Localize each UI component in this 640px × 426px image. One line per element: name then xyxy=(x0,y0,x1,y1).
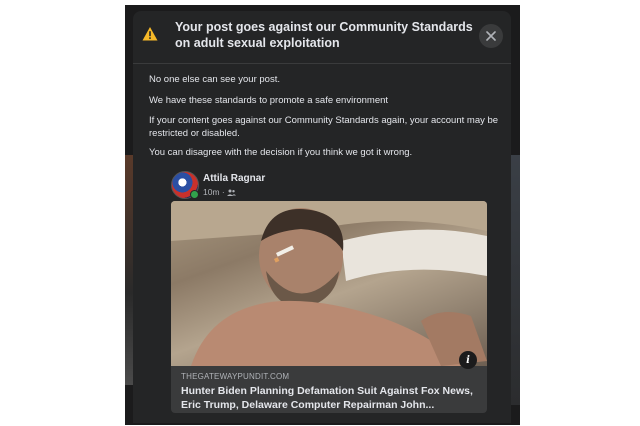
link-title[interactable]: Hunter Biden Planning Defamation Suit Ag… xyxy=(181,385,481,412)
dialog-message: If your content goes against our Communi… xyxy=(149,115,499,139)
post-header: Attila Ragnar 10m · xyxy=(171,171,471,201)
online-status-indicator xyxy=(190,190,199,199)
background-content xyxy=(511,155,520,405)
link-preview-card[interactable]: i THEGATEWAYPUNDIT.COM Hunter Biden Plan… xyxy=(171,201,487,413)
app-screen: Your post goes against our Community Sta… xyxy=(125,5,520,425)
preview-photo xyxy=(171,201,487,366)
link-domain: THEGATEWAYPUNDIT.COM xyxy=(181,372,290,381)
warning-icon xyxy=(142,27,158,41)
close-button[interactable] xyxy=(479,24,503,48)
dialog-message: You can disagree with the decision if yo… xyxy=(149,147,413,158)
dialog-header: Your post goes against our Community Sta… xyxy=(133,11,511,64)
post-author-name[interactable]: Attila Ragnar xyxy=(203,173,265,184)
link-preview-image[interactable] xyxy=(171,201,487,366)
friends-icon xyxy=(226,189,236,196)
post-timestamp[interactable]: 10m · xyxy=(203,187,225,197)
dialog-message: We have these standards to promote a saf… xyxy=(149,95,389,106)
info-icon[interactable]: i xyxy=(459,351,477,369)
close-icon xyxy=(486,31,496,41)
community-standards-dialog: Your post goes against our Community Sta… xyxy=(133,11,511,423)
post-meta: 10m · xyxy=(203,187,236,197)
dialog-message: No one else can see your post. xyxy=(149,74,280,85)
dialog-title: Your post goes against our Community Sta… xyxy=(175,20,473,50)
